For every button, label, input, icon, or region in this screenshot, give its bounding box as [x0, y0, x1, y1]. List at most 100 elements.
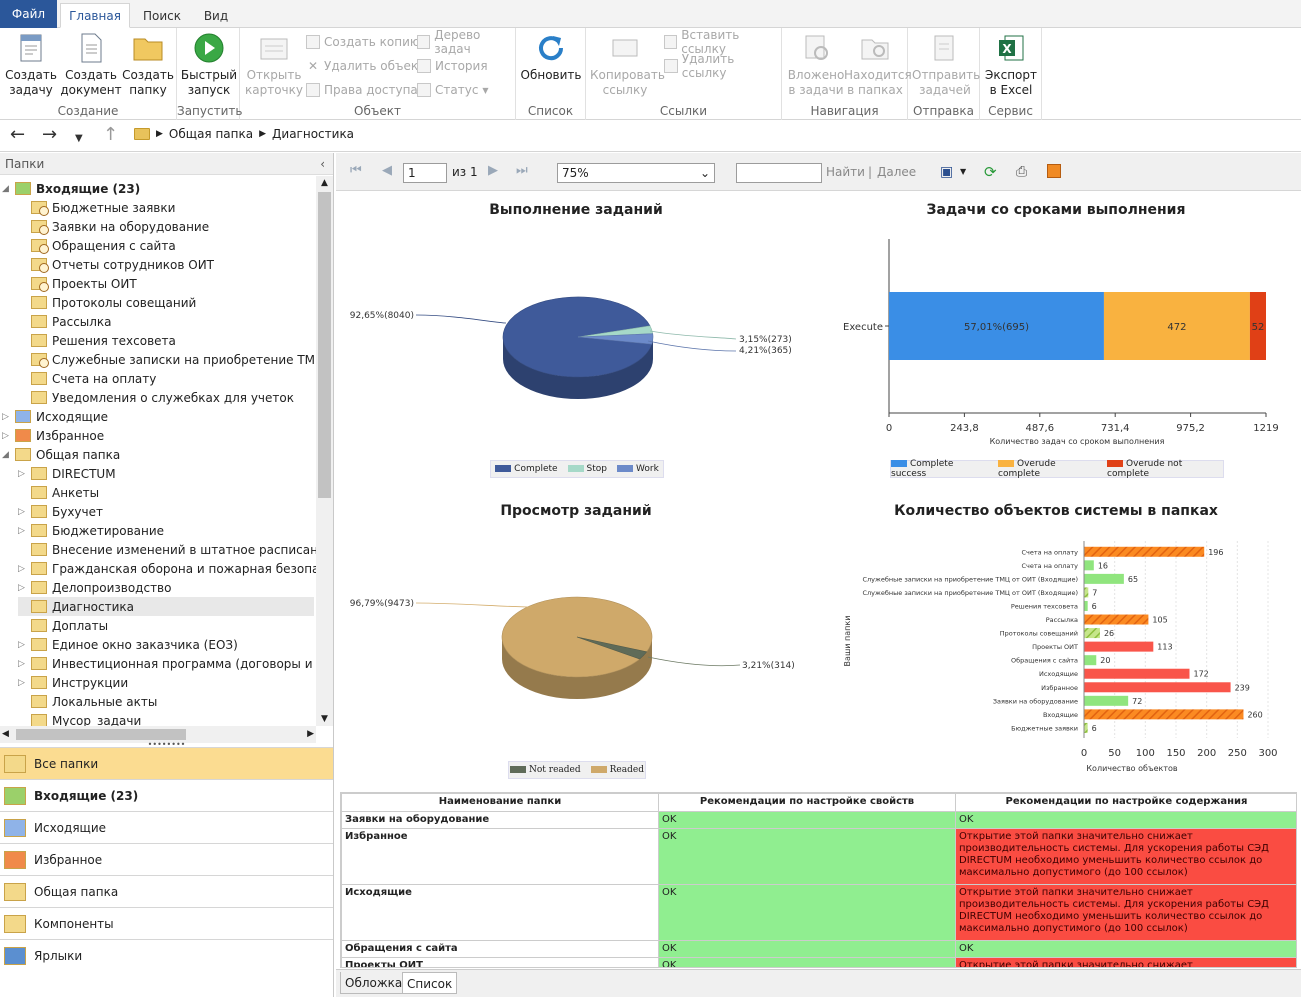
tree-vertical-scrollbar[interactable]: ▲ ▼ — [316, 176, 333, 726]
tree-item[interactable]: ▷ Инструкции — [18, 673, 128, 692]
tree-item[interactable]: ◢ Общая папка — [2, 445, 120, 464]
save-dropdown-icon[interactable]: ▼ — [960, 167, 966, 176]
expand-toggle-icon[interactable]: ▷ — [18, 469, 26, 479]
find-next-button[interactable]: Далее — [877, 165, 916, 179]
expand-toggle-icon[interactable]: ▷ — [18, 526, 26, 536]
nav-item[interactable]: Избранное — [0, 843, 333, 875]
first-page-icon[interactable]: ⏮ — [350, 163, 362, 178]
prev-page-icon[interactable]: ◀ — [382, 163, 392, 178]
delete-link-button[interactable]: Удалить ссылку — [664, 52, 781, 80]
tree-item[interactable]: Счета на оплату — [18, 369, 156, 388]
tree-item[interactable]: Отчеты сотрудников ОИТ — [18, 255, 214, 274]
insert-link-button[interactable]: Вставить ссылку — [664, 28, 781, 56]
scroll-thumb[interactable] — [16, 729, 186, 740]
tree-item[interactable]: Заявки на оборудование — [18, 217, 209, 236]
next-page-icon[interactable]: ▶ — [488, 163, 498, 178]
save-icon[interactable]: ▣ — [940, 164, 953, 180]
nav-item[interactable]: Ярлыки — [0, 939, 333, 971]
expand-toggle-icon[interactable]: ▷ — [2, 412, 10, 422]
tree-item[interactable]: Уведомления о служебках для учеток — [18, 388, 294, 407]
zoom-select[interactable]: 75% ⌄ — [557, 163, 715, 183]
tree-item[interactable]: Проекты ОИТ — [18, 274, 137, 293]
tree-item[interactable]: Служебные записки на приобретение ТМЦ от… — [18, 350, 316, 369]
tree-item[interactable]: ▷ Бюджетирование — [18, 521, 164, 540]
tree-item[interactable]: ▷ Инвестиционная программа (договоры и пр… — [18, 654, 316, 673]
tab-list[interactable]: Список — [402, 972, 458, 994]
tree-item[interactable]: ◢ Входящие (23) — [2, 179, 140, 198]
last-page-icon[interactable]: ⏭ — [516, 163, 528, 178]
delete-object-button[interactable]: ✕ Удалить объект — [306, 56, 425, 76]
expand-toggle-icon[interactable]: ▷ — [2, 431, 10, 441]
back-arrow-icon[interactable]: ← — [10, 126, 25, 144]
tree-item[interactable]: ▷ Бухучет — [18, 502, 103, 521]
tree-item[interactable]: Локальные акты — [18, 692, 157, 711]
open-card-button[interactable]: Открыть карточку — [243, 32, 305, 98]
nav-item[interactable]: Все папки — [0, 747, 333, 779]
copy-link-button[interactable]: Копировать ссылку — [590, 32, 665, 98]
tab-search[interactable]: Поиск — [136, 3, 188, 28]
expand-toggle-icon[interactable]: ◢ — [2, 184, 10, 194]
tree-item[interactable]: ▷ Делопроизводство — [18, 578, 171, 597]
create-document-button[interactable]: Создать документ — [60, 32, 122, 98]
forward-arrow-icon[interactable]: → — [42, 126, 57, 144]
scroll-left-icon[interactable]: ◀ — [2, 726, 9, 743]
tree-item[interactable]: Внесение изменений в штатное расписание — [18, 540, 316, 559]
export-excel-button[interactable]: X Экспорт в Excel — [982, 32, 1040, 98]
nav-item[interactable]: Исходящие — [0, 811, 333, 843]
find-button[interactable]: Найти — [826, 165, 865, 179]
refresh-button[interactable]: Обновить — [520, 32, 582, 83]
quick-launch-button[interactable]: Быстрый запуск — [180, 32, 238, 98]
scroll-down-icon[interactable]: ▼ — [316, 712, 333, 726]
create-copy-button[interactable]: Создать копию — [306, 32, 420, 52]
find-input[interactable] — [736, 163, 822, 183]
nav-item[interactable]: Компоненты — [0, 907, 333, 939]
task-tree-button[interactable]: Дерево задач — [417, 28, 515, 56]
tree-item[interactable]: ▷ Избранное — [2, 426, 104, 445]
tree-item[interactable]: Мусор_задачи — [18, 711, 141, 726]
tab-cover[interactable]: Обложка — [340, 972, 408, 994]
history-dropdown-icon[interactable]: ▼ — [75, 130, 83, 148]
up-arrow-icon[interactable]: ↑ — [103, 126, 118, 144]
tree-item[interactable]: Диагностика — [18, 597, 314, 616]
breadcrumb-item[interactable]: Диагностика — [272, 127, 354, 141]
collapse-pane-icon[interactable]: ‹ — [320, 153, 325, 175]
tree-item[interactable]: ▷ Исходящие — [2, 407, 108, 426]
tree-item[interactable]: Бюджетные заявки — [18, 198, 175, 217]
page-setup-icon[interactable] — [1047, 164, 1061, 178]
tree-item[interactable]: Решения техсовета — [18, 331, 176, 350]
tree-item[interactable]: ▷ Гражданская оборона и пожарная безопасн… — [18, 559, 316, 578]
expand-toggle-icon[interactable]: ▷ — [18, 678, 26, 688]
in-folders-button[interactable]: Находится в папках — [844, 32, 912, 98]
history-button[interactable]: История — [417, 56, 488, 76]
expand-toggle-icon[interactable]: ▷ — [18, 583, 26, 593]
status-button[interactable]: Статус ▼ — [417, 80, 489, 100]
create-folder-button[interactable]: Создать папку — [122, 32, 174, 98]
tree-item[interactable]: Обращения с сайта — [18, 236, 176, 255]
tab-file[interactable]: Файл — [0, 0, 57, 28]
scroll-up-icon[interactable]: ▲ — [316, 176, 333, 190]
print-icon[interactable]: ⎙ — [1016, 164, 1027, 180]
attached-to-tasks-button[interactable]: Вложено в задачи — [786, 32, 846, 98]
send-task-button[interactable]: Отправить задачей — [912, 32, 980, 98]
tree-item[interactable]: ▷ DIRECTUM — [18, 464, 116, 483]
expand-toggle-icon[interactable]: ▷ — [18, 640, 26, 650]
nav-item[interactable]: Общая папка — [0, 875, 333, 907]
tree-item[interactable]: Рассылка — [18, 312, 112, 331]
scroll-right-icon[interactable]: ▶ — [307, 726, 314, 743]
tree-item[interactable]: Доплаты — [18, 616, 108, 635]
page-number-input[interactable]: 1 — [403, 163, 447, 183]
expand-toggle-icon[interactable]: ▷ — [18, 507, 26, 517]
refresh-icon[interactable]: ⟳ — [984, 163, 997, 181]
tree-item[interactable]: Протоколы совещаний — [18, 293, 196, 312]
create-task-button[interactable]: Создать задачу — [4, 32, 58, 98]
nav-item[interactable]: Входящие (23) — [0, 779, 333, 811]
expand-toggle-icon[interactable]: ▷ — [18, 659, 26, 669]
breadcrumb-item[interactable]: Общая папка — [169, 127, 253, 141]
tab-view[interactable]: Вид — [196, 3, 236, 28]
tab-home[interactable]: Главная — [60, 3, 130, 28]
scroll-thumb[interactable] — [318, 192, 331, 498]
expand-toggle-icon[interactable]: ◢ — [2, 450, 10, 460]
tree-item[interactable]: Анкеты — [18, 483, 99, 502]
expand-toggle-icon[interactable]: ▷ — [18, 564, 26, 574]
access-rights-button[interactable]: Права доступа — [306, 80, 418, 100]
